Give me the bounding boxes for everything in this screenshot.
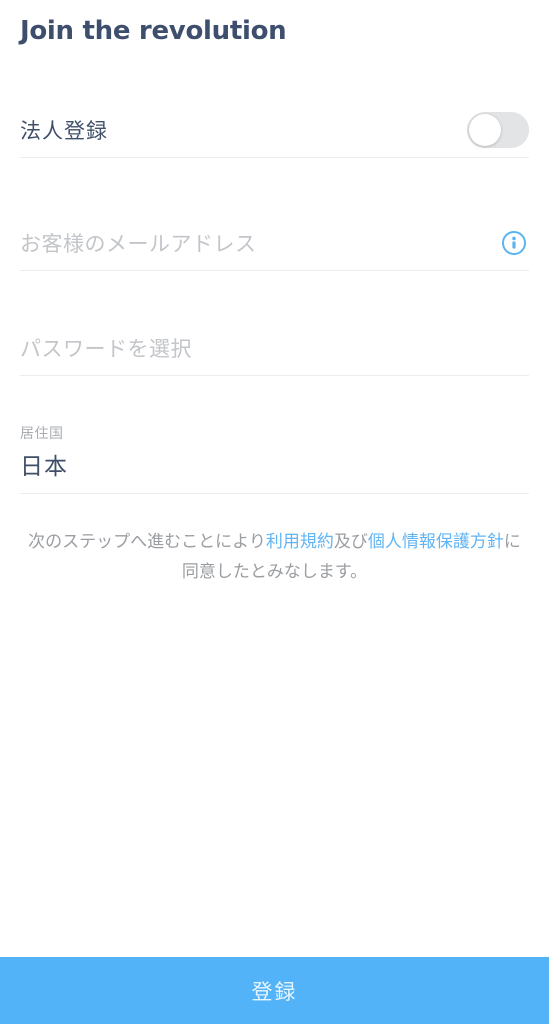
signup-form: Join the revolution 法人登録 お客様のメールアドレス パスワ…: [0, 0, 549, 957]
terms-of-service-link[interactable]: 利用規約: [266, 532, 334, 552]
terms-prefix: 次のステップへ進むことにより: [28, 532, 266, 552]
page-title: Join the revolution: [20, 16, 287, 46]
corporate-registration-row[interactable]: 法人登録: [20, 102, 529, 158]
corporate-registration-toggle[interactable]: [467, 111, 529, 148]
email-field-row[interactable]: お客様のメールアドレス: [20, 215, 529, 271]
info-circle-icon[interactable]: [501, 230, 527, 256]
terms-notice: 次のステップへ進むことにより利用規約及び個人情報保護方針に同意したとみなします。: [20, 527, 529, 587]
country-label: 居住国: [20, 426, 64, 442]
password-field-row[interactable]: パスワードを選択: [20, 320, 529, 376]
register-button-label: 登録: [251, 979, 298, 1004]
register-button[interactable]: 登録: [0, 957, 549, 1024]
country-value[interactable]: 日本: [20, 447, 529, 487]
toggle-knob: [469, 113, 501, 146]
country-field-row[interactable]: 居住国 日本: [20, 423, 529, 494]
privacy-policy-link[interactable]: 個人情報保護方針: [368, 532, 504, 552]
corporate-registration-label: 法人登録: [20, 118, 108, 143]
password-input[interactable]: パスワードを選択: [20, 333, 192, 363]
email-input[interactable]: お客様のメールアドレス: [20, 228, 257, 258]
signup-screen: Join the revolution 法人登録 お客様のメールアドレス パスワ…: [0, 0, 549, 1024]
terms-middle: 及び: [333, 532, 368, 552]
